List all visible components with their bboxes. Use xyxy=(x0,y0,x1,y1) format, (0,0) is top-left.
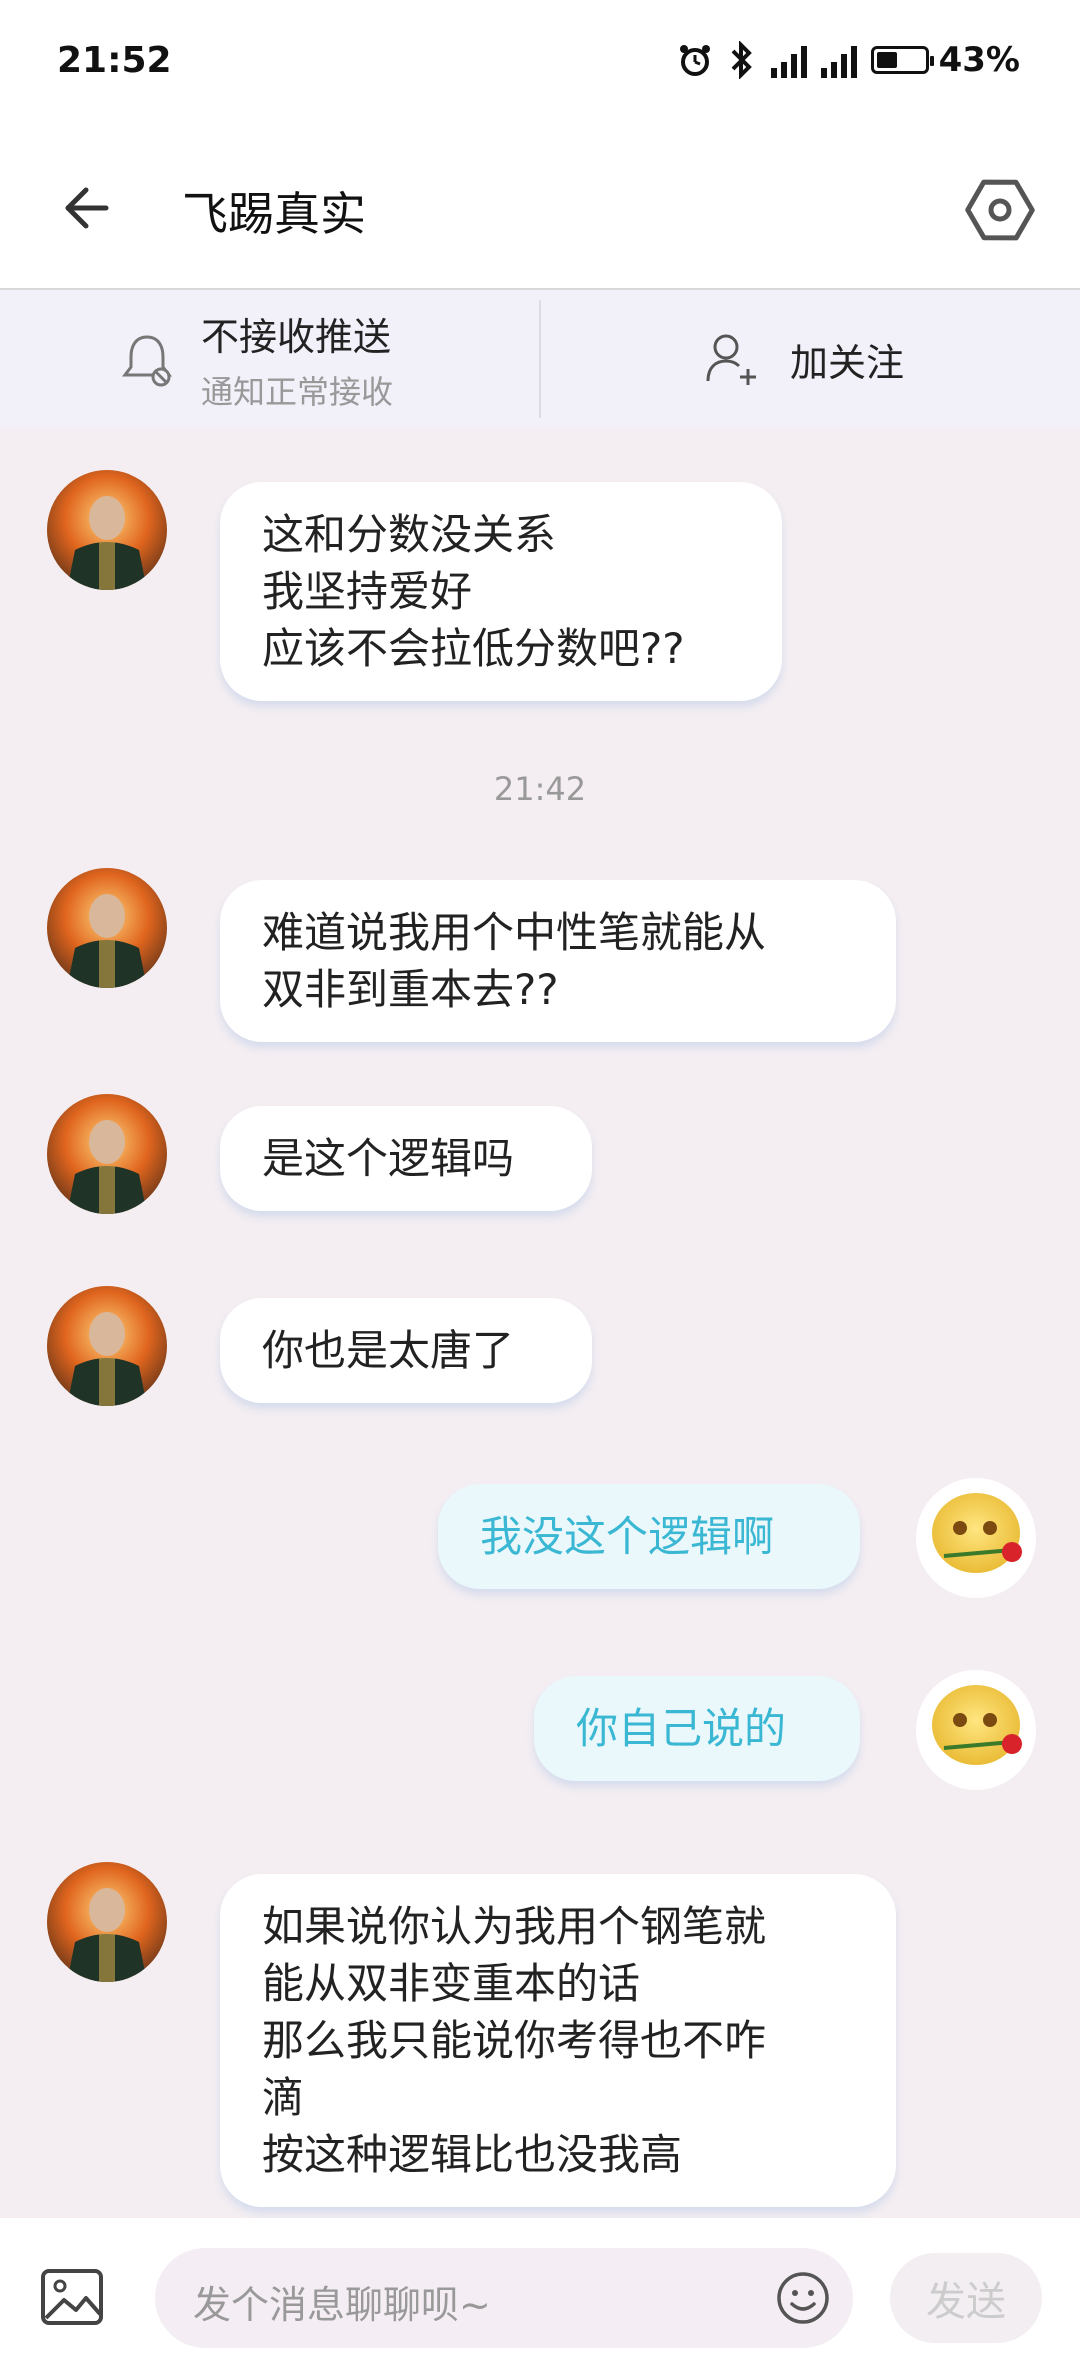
my-message-bubble: 你自己说的 xyxy=(534,1676,860,1781)
settings-hex-icon[interactable] xyxy=(960,170,1040,250)
send-button[interactable]: 发送 xyxy=(890,2253,1042,2343)
signal-2-icon xyxy=(820,42,857,78)
add-user-icon xyxy=(706,334,756,385)
action-divider xyxy=(539,300,541,418)
push-sub: 通知正常接收 xyxy=(201,372,394,411)
contact-avatar[interactable] xyxy=(47,1286,167,1406)
message-bubble: 是这个逻辑吗 xyxy=(220,1106,592,1211)
back-arrow-icon[interactable] xyxy=(56,178,116,238)
my-avatar[interactable] xyxy=(916,1478,1036,1598)
message-bubble: 你也是太唐了 xyxy=(220,1298,592,1403)
status-bar: 21:52 43% xyxy=(0,0,1080,130)
push-label: 不接收推送 xyxy=(201,314,392,359)
follow-label: 加关注 xyxy=(790,340,905,385)
input-placeholder: 发个消息聊聊呗~ xyxy=(193,2283,491,2327)
page-title: 飞踢真实 xyxy=(182,187,366,241)
bluetooth-icon xyxy=(731,41,752,79)
contact-avatar[interactable] xyxy=(47,868,167,988)
message-bubble: 如果说你认为我用个钢笔就 能从双非变重本的话 那么我只能说你考得也不咋 滴 按这… xyxy=(220,1874,896,2207)
status-icons: 43% xyxy=(677,40,1020,80)
action-bar: 不接收推送 通知正常接收 加关注 xyxy=(0,290,1080,428)
contact-avatar[interactable] xyxy=(47,470,167,590)
status-time: 21:52 xyxy=(57,40,172,81)
emoji-icon[interactable] xyxy=(775,2270,831,2326)
push-toggle[interactable]: 不接收推送 通知正常接收 xyxy=(115,290,393,428)
contact-avatar[interactable] xyxy=(47,1862,167,1982)
bell-off-icon xyxy=(122,335,172,387)
battery-percent: 43% xyxy=(938,40,1020,80)
input-bar: 发个消息聊聊呗~ 发送 xyxy=(0,2218,1080,2376)
message-bubble: 这和分数没关系 我坚持爱好 应该不会拉低分数吧?? xyxy=(220,482,782,701)
battery-indicator: 43% xyxy=(870,40,1020,80)
alarm-icon xyxy=(679,45,710,76)
chat-header: 飞踢真实 xyxy=(0,130,1080,290)
my-avatar[interactable] xyxy=(916,1670,1036,1790)
signal-1-icon xyxy=(770,42,807,78)
battery-icon xyxy=(870,46,934,74)
message-bubble: 难道说我用个中性笔就能从 双非到重本去?? xyxy=(220,880,896,1042)
message-input[interactable]: 发个消息聊聊呗~ xyxy=(155,2248,853,2348)
my-message-bubble: 我没这个逻辑啊 xyxy=(438,1484,860,1589)
timestamp: 21:42 xyxy=(493,770,587,808)
image-icon[interactable] xyxy=(40,2268,104,2326)
follow-button[interactable]: 加关注 xyxy=(700,290,904,428)
contact-avatar[interactable] xyxy=(47,1094,167,1214)
